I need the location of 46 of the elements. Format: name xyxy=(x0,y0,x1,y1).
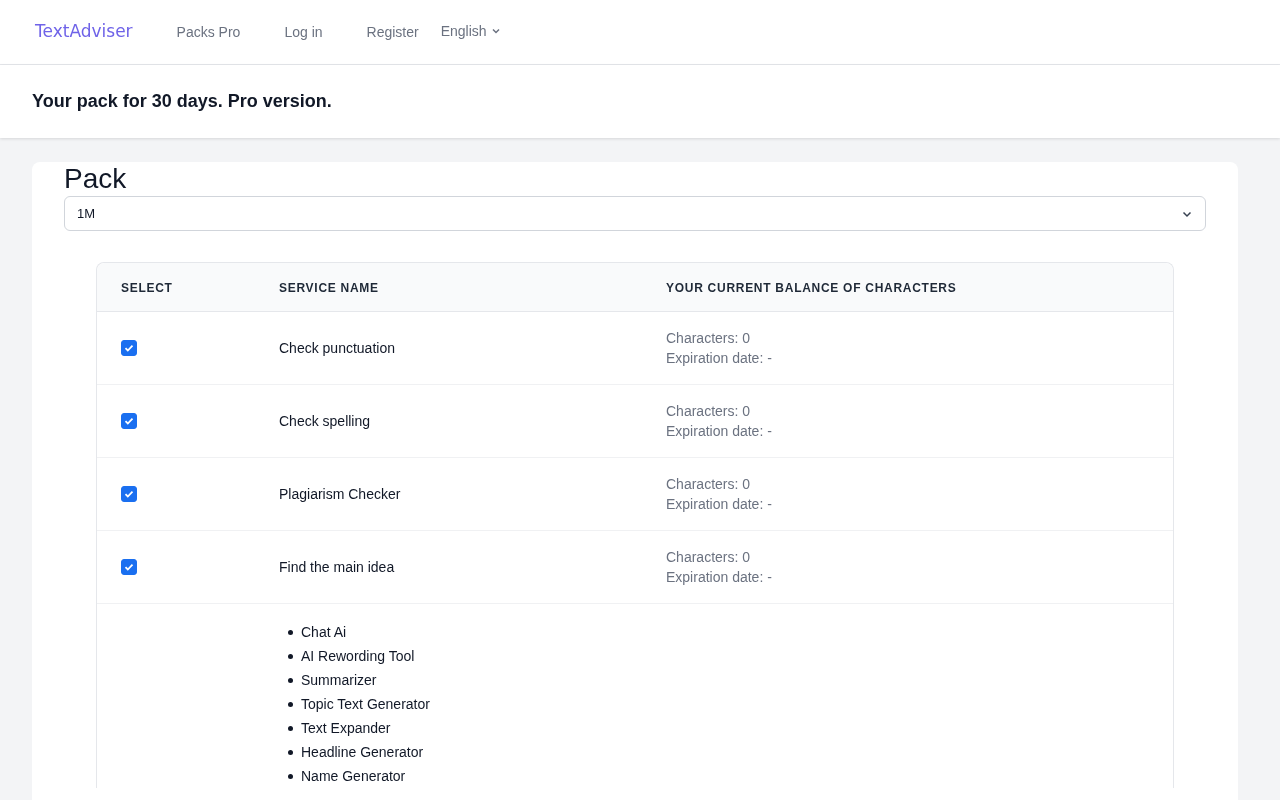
characters-text: Characters: 0 xyxy=(666,329,752,348)
check-icon xyxy=(124,561,134,572)
column-header: SERVICE NAME xyxy=(279,280,379,295)
service-name: Find the main idea xyxy=(279,558,395,575)
bullet-icon xyxy=(288,677,293,683)
nav-link[interactable]: Log in xyxy=(262,21,345,43)
tool-name: Name Generator xyxy=(301,766,406,786)
bullet-icon xyxy=(288,749,293,755)
expiration-text: Expiration date: - xyxy=(666,568,772,587)
characters-text: Characters: 0 xyxy=(666,475,752,494)
characters-text: Characters: 0 xyxy=(666,548,752,567)
tool-name: Text Expander xyxy=(301,718,391,738)
tool-name: Chat Ai xyxy=(301,622,347,642)
tool-name: Headline Generator xyxy=(301,742,424,762)
bullet-icon xyxy=(288,773,293,779)
check-icon xyxy=(124,488,134,499)
tool-name: AI Rewording Tool xyxy=(301,646,415,666)
tool-name: Summarizer xyxy=(301,670,377,690)
service-name: Check spelling xyxy=(279,412,371,429)
chevron-down-icon xyxy=(490,26,501,36)
column-header: SELECT xyxy=(121,280,173,295)
column-header: YOUR CURRENT BALANCE OF CHARACTERS xyxy=(666,280,957,295)
checkbox[interactable] xyxy=(121,412,137,429)
bullet-icon xyxy=(288,629,293,635)
bullet-icon xyxy=(288,653,293,659)
checkbox[interactable] xyxy=(121,558,137,575)
check-icon xyxy=(124,342,134,353)
service-name: Check punctuation xyxy=(279,339,395,356)
characters-text: Characters: 0 xyxy=(666,402,752,421)
pack-label: Pack xyxy=(64,162,127,196)
expiration-text: Expiration date: - xyxy=(666,495,772,514)
language-dropdown[interactable]: English xyxy=(440,20,501,42)
tool-name: Topic Text Generator xyxy=(301,694,430,714)
nav-link[interactable]: Register xyxy=(344,21,441,43)
pack-select[interactable]: 1M xyxy=(64,196,1206,231)
expiration-text: Expiration date: - xyxy=(666,422,772,441)
page-title: Your pack for 30 days. Pro version. xyxy=(32,90,332,113)
bullet-icon xyxy=(288,725,293,731)
brand-logo[interactable]: TextAdviser xyxy=(35,19,133,45)
nav-link[interactable]: Packs Pro xyxy=(154,21,263,43)
checkbox[interactable] xyxy=(121,485,137,502)
checkbox[interactable] xyxy=(121,339,137,356)
bullet-icon xyxy=(288,701,293,707)
expiration-text: Expiration date: - xyxy=(666,349,772,368)
check-icon xyxy=(124,415,134,426)
service-name: Plagiarism Checker xyxy=(279,485,401,502)
